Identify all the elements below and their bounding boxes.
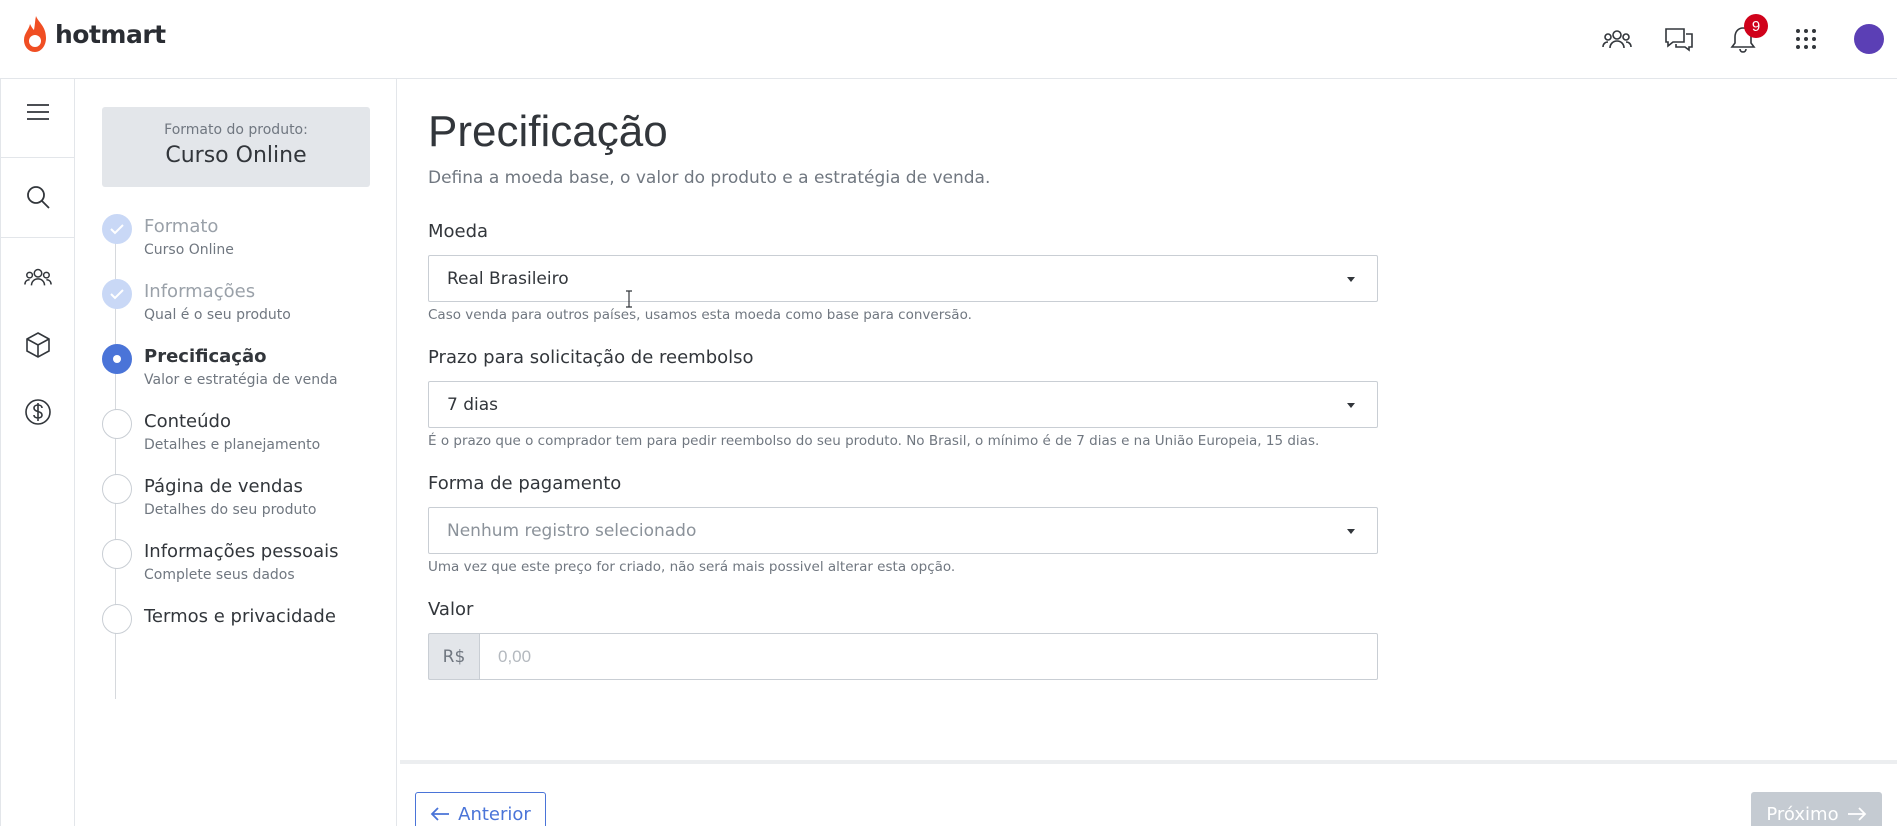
refund-value: 7 dias (447, 395, 499, 415)
refund-label: Prazo para solicitação de reembolso (428, 347, 754, 368)
menu-icon[interactable] (1, 79, 75, 145)
avatar (1854, 24, 1884, 54)
step-title: Conteúdo (144, 411, 231, 432)
previous-button[interactable]: Anterior (415, 792, 546, 826)
caret-down-icon (1347, 529, 1355, 534)
box-icon[interactable] (1, 312, 75, 378)
payment-method-select[interactable]: Nenhum registro selecionado (428, 507, 1378, 554)
check-icon (110, 289, 124, 300)
payment-help: Uma vez que este preço for criado, não s… (428, 559, 956, 575)
currency-label: Moeda (428, 221, 489, 242)
chat-icon[interactable] (1662, 22, 1696, 56)
next-label: Próximo (1766, 803, 1839, 825)
pricing-form: Precificação Defina a moeda base, o valo… (398, 79, 1897, 826)
step-subtitle: Complete seus dados (144, 567, 295, 583)
format-value: Curso Online (165, 143, 307, 168)
people-icon[interactable] (1, 244, 75, 310)
step-subtitle: Detalhes e planejamento (144, 437, 321, 453)
footer-divider (400, 760, 1897, 764)
page-description: Defina a moeda base, o valor do produto … (428, 168, 991, 188)
step-title: Termos e privacidade (144, 606, 336, 627)
payment-label: Forma de pagamento (428, 473, 622, 494)
stepper-panel: Formato do produto: Curso Online Formato… (75, 79, 397, 826)
caret-down-icon (1347, 277, 1355, 282)
arrow-right-icon (1847, 807, 1866, 821)
step-done-marker (102, 214, 132, 244)
notification-badge: 9 (1744, 14, 1768, 38)
step-pending-marker (102, 474, 132, 504)
step-title: Precificação (144, 346, 267, 367)
step-title: Informações (144, 281, 256, 302)
currency-prefix: R$ (428, 633, 479, 680)
step-subtitle: Valor e estratégia de venda (144, 372, 338, 388)
user-avatar-button[interactable] (1852, 22, 1886, 56)
text-cursor-icon (626, 290, 632, 308)
product-format-box: Formato do produto: Curso Online (102, 107, 370, 187)
check-icon (110, 224, 124, 235)
step-subtitle: Curso Online (144, 242, 234, 258)
step-pending-marker (102, 604, 132, 634)
arrow-left-icon (430, 807, 450, 821)
step-subtitle: Detalhes do seu produto (144, 502, 317, 518)
currency-select[interactable]: Real Brasileiro (428, 255, 1378, 302)
currency-value: Real Brasileiro (447, 269, 569, 289)
active-dot-icon (113, 355, 121, 363)
hotmart-logo[interactable]: hotmart (20, 14, 166, 54)
flame-logo-icon (24, 16, 46, 52)
price-input[interactable] (479, 633, 1378, 680)
rail-divider (1, 237, 75, 238)
left-rail (0, 79, 75, 826)
payment-placeholder: Nenhum registro selecionado (447, 521, 697, 541)
price-label: Valor (428, 599, 474, 620)
top-bar: hotmart 9 (0, 0, 1897, 79)
currency-help: Caso venda para outros países, usamos es… (428, 307, 972, 323)
format-label: Formato do produto: (164, 122, 308, 138)
step-subtitle: Qual é o seu produto (144, 307, 291, 323)
refund-period-select[interactable]: 7 dias (428, 381, 1378, 428)
step-pending-marker (102, 409, 132, 439)
search-icon[interactable] (1, 164, 75, 230)
step-title: Informações pessoais (144, 541, 339, 562)
step-active-marker (102, 344, 132, 374)
brand-name: hotmart (55, 19, 166, 49)
step-done-marker (102, 279, 132, 309)
apps-grid-icon[interactable] (1789, 22, 1823, 56)
rail-divider (1, 157, 75, 158)
next-button[interactable]: Próximo (1751, 792, 1882, 826)
page-title: Precificação (428, 107, 668, 156)
step-title: Formato (144, 216, 219, 237)
caret-down-icon (1347, 403, 1355, 408)
refund-help: É o prazo que o comprador tem para pedir… (428, 433, 1320, 449)
step-pending-marker (102, 539, 132, 569)
step-title: Página de vendas (144, 476, 303, 497)
dollar-icon[interactable] (1, 379, 75, 445)
notifications-button[interactable]: 9 (1726, 14, 1768, 56)
previous-label: Anterior (458, 803, 531, 825)
people-icon[interactable] (1600, 22, 1634, 56)
